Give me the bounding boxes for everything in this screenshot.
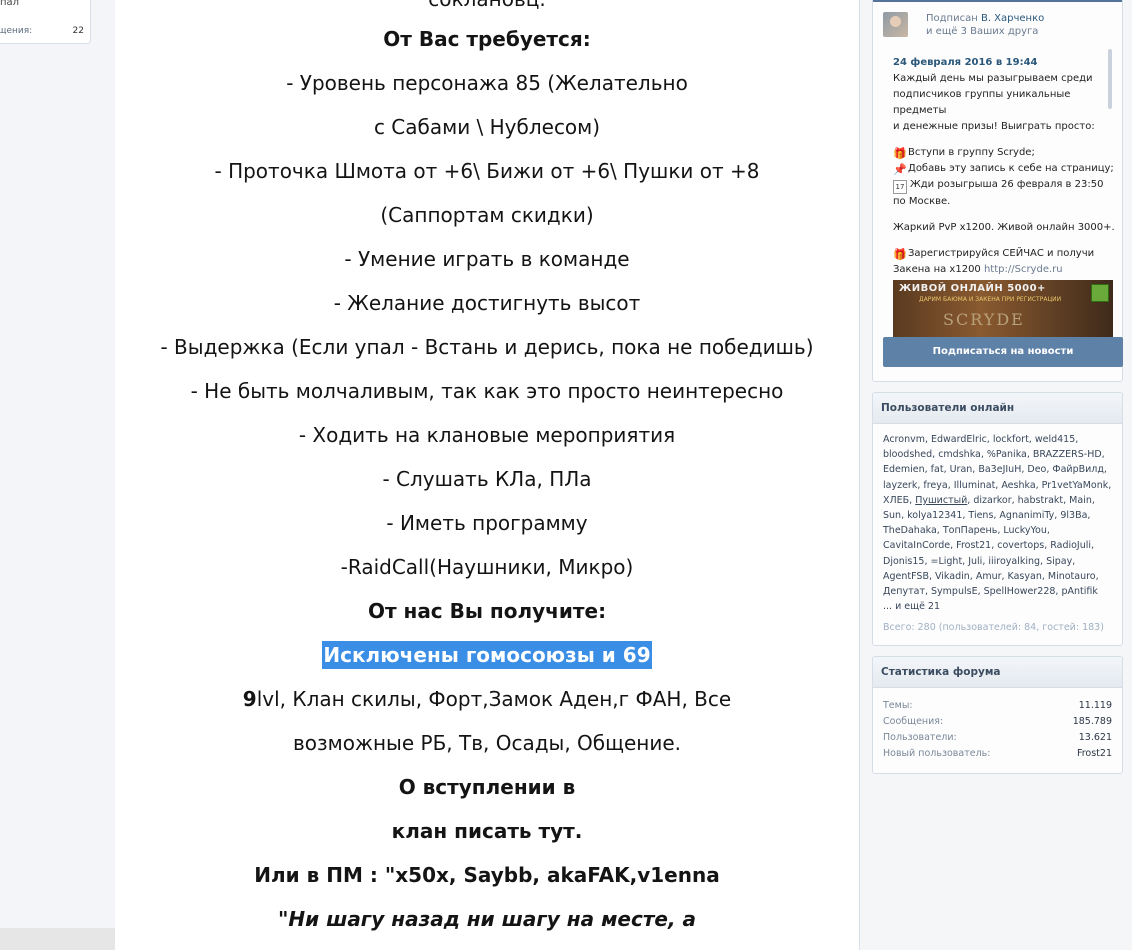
post-item: Закена на x1200 [893,264,984,275]
highlighted-line[interactable]: Исключены гомосоюзы и 69 [115,641,859,669]
pushpin-icon: 📌 [893,163,907,176]
post-text: и денежные призы! Выиграть просто: [893,121,1095,132]
calendar-icon: 17 [893,180,907,194]
post-item: Зарегистрируйся СЕЙЧАС и получи [908,248,1095,259]
widget-title: Статистика форума [873,657,1122,688]
right-sidebar: Подписан В. Харченко и ещё 3 Ваших друга… [860,0,1132,950]
post-quote: "Ни шагу назад ни шагу на месте, а [277,907,697,931]
post-line: - Слушать КЛа, ПЛа [382,467,592,491]
post-line: - Выдержка (Если упал - Встань и дерись,… [160,335,814,359]
stat-label: Пользователи: [883,732,957,743]
post-heading: Или в ПМ : "x50x, Saybb, akaFAK,v1enna [254,863,720,887]
banner-subtitle: ДАРИМ БАЮМА И ЗАКЕНА ПРИ РЕГИСТРАЦИИ [919,296,1062,303]
stat-row: Сообщения: 185.789 [873,716,1122,732]
left-box-label: щения: [0,26,33,36]
post-item: Жди розыгрыша 26 февраля в 23:50 [910,179,1104,190]
promo-banner[interactable]: ЖИВОЙ ОНЛАЙН 5000+ ДАРИМ БАЮМА И ЗАКЕНА … [893,280,1113,338]
stat-value: 11.119 [1078,700,1112,711]
text-selection[interactable]: Исключены гомосоюзы и 69 [322,641,652,669]
vk-followers: Подписан В. Харченко и ещё 3 Ваших друга [926,12,1044,38]
friend-link[interactable]: В. Харченко [981,13,1044,24]
left-info-box: пал щения: 22 [0,0,91,44]
post-line: возможные РБ, Тв, Осады, Общение. [292,731,682,755]
post-line: - Уровень персонажа 85 (Желательно [286,71,688,95]
widget-title: Пользователи онлайн [873,393,1122,424]
banner-title: ЖИВОЙ ОНЛАЙН 5000+ [899,283,1046,294]
left-box-text: пал [0,0,20,8]
post-content: соклановц. От Вас требуется: - Уровень п… [115,0,860,950]
post-line: - Желание достигнуть высот [333,291,641,315]
stat-label: Сообщения: [883,716,944,727]
post-item: Вступи в группу Scryde; [908,147,1035,158]
vk-post: 24 февраля 2016 в 19:44 Каждый день мы р… [893,55,1115,278]
left-box-value: 22 [72,26,84,36]
online-users-list: Acronvm, EdwardElric, lockfort, weld415,… [873,424,1122,614]
post-text: 📌Добавь эту запись к себе на страницу; [893,161,1115,177]
forum-stats-widget: Статистика форума Темы: 11.119 Сообщения:… [872,656,1123,774]
post-line-text: lvl, Клан скилы, Форт,Замок Аден,г ФАН, … [256,687,732,711]
post-text: Каждый день мы разыгрываем среди [893,73,1093,84]
bold-prefix: 9 [242,687,257,711]
stat-label: Темы: [883,700,913,711]
more-users-link[interactable]: ... и ещё 21 [883,601,940,612]
post-text: 17 Жди розыгрыша 26 февраля в 23:50 [893,177,1115,194]
post-text: 🎁Вступи в группу Scryde; [893,145,1115,161]
scrollbar[interactable] [1108,49,1112,109]
post-line: - Умение играть в команде [344,247,630,271]
post-line: 9lvl, Клан скилы, Форт,Замок Аден,г ФАН,… [115,686,859,712]
banner-logo: SCRYDE [943,310,1025,329]
gift-icon: 🎁 [893,248,907,261]
stat-label: Новый пользователь: [883,748,991,759]
online-users-widget: Пользователи онлайн Acronvm, EdwardElric… [872,392,1123,646]
avatar[interactable] [883,12,908,37]
online-total: Всего: 280 (пользователей: 84, гостей: 1… [883,622,1104,634]
user-link[interactable]: Пушистый [915,495,967,506]
gift-icon: 🎁 [893,147,907,160]
post-line: соклановц. [115,0,859,12]
stat-row: Пользователи: 13.621 [873,732,1122,748]
post-text: подписчиков группы уникальные предметы [893,89,1071,116]
left-sidebar: пал щения: 22 [0,0,115,950]
post-line: с Сабами \ Нублесом) [373,115,601,139]
new-user-link[interactable]: Frost21 [1077,748,1112,759]
user-links[interactable]: , dizarkor, habstrakt, Main, Sun, kolya1… [883,495,1099,597]
post-line: - Иметь программу [386,511,588,535]
post-heading: От нас Вы получите: [367,599,607,623]
post-line: -RaidCall(Наушники, Микро) [340,555,634,579]
stat-value: 185.789 [1072,716,1112,727]
subscribe-button[interactable]: Подписаться на новости [883,337,1123,367]
post-line: (Саппортам скидки) [380,203,594,227]
post-item: Добавь эту запись к себе на страницу; [908,163,1114,174]
stat-value: 13.621 [1078,732,1112,743]
stat-row: Темы: 11.119 [873,700,1122,716]
post-text: по Москве. [893,196,951,207]
vk-widget-header [873,0,1122,2]
post-heading: О вступлении в [398,775,576,799]
post-heading: От Вас требуется: [383,27,591,51]
post-text: Закена на x1200 http://Scryde.ru [893,262,1115,278]
vk-widget: Подписан В. Харченко и ещё 3 Ваших друга… [872,0,1123,382]
stat-row: Новый пользователь: Frost21 [873,748,1122,764]
post-text: Жаркий PvP x1200. Живой онлайн 3000+. [893,222,1115,233]
site-link[interactable]: http://Scryde.ru [984,264,1063,275]
gift-box-icon [1091,284,1109,302]
post-line: - Не быть молчаливым, так как это просто… [190,379,784,403]
follow-suffix: и ещё 3 Ваших друга [926,26,1039,37]
post-date[interactable]: 24 февраля 2016 в 19:44 [893,55,1115,71]
post-line: - Проточка Шмота от +6\ Бижи от +6\ Пушк… [214,159,760,183]
post-heading: клан писать тут. [391,819,583,843]
post-text: 🎁Зарегистрируйся СЕЙЧАС и получи [893,246,1115,262]
post-line: - Ходить на клановые мероприятия [298,423,676,447]
follow-prefix: Подписан [926,13,978,24]
